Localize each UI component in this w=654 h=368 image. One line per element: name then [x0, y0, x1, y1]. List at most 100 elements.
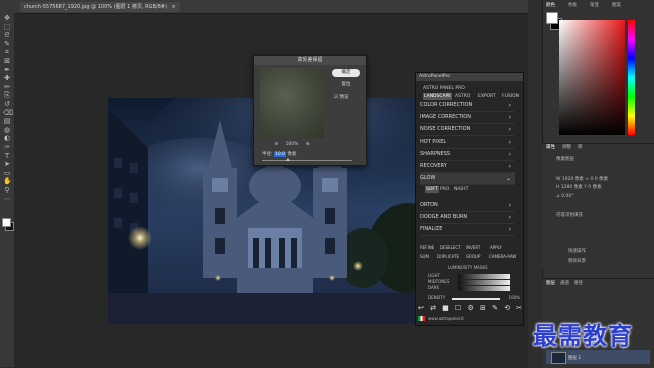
- stamp-icon[interactable]: ⎘: [3, 91, 11, 99]
- crop-icon[interactable]: ⌗: [3, 48, 11, 56]
- layers-tab-1[interactable]: 通道: [560, 280, 569, 288]
- history-brush-icon[interactable]: ↺: [3, 100, 11, 108]
- path-select-icon[interactable]: ➤: [3, 160, 11, 168]
- chevron-right-icon: ›: [508, 114, 511, 122]
- zoom-controls: ⊖ 100% ⊕: [264, 142, 320, 147]
- radius-slider-thumb[interactable]: [286, 158, 290, 161]
- type-icon[interactable]: T: [3, 152, 11, 160]
- layer-name: 图层 1: [568, 356, 582, 361]
- lum-bar-midtones[interactable]: [458, 280, 510, 285]
- move-icon[interactable]: ✥: [3, 14, 11, 22]
- healing-icon[interactable]: ✚: [3, 74, 11, 82]
- camera-raw-button[interactable]: CAMERA-RAW: [489, 253, 516, 260]
- zoom-icon[interactable]: ⚲: [3, 186, 11, 194]
- group-button[interactable]: GROUP: [466, 253, 480, 260]
- lum-bar-light[interactable]: [458, 274, 510, 279]
- menu-item-noise-correction[interactable]: NOISE CORRECTION ›: [420, 124, 515, 137]
- gradient-icon[interactable]: ▤: [3, 117, 11, 125]
- glow-option-pro[interactable]: PRO: [440, 186, 449, 193]
- blur-icon[interactable]: ◍: [3, 126, 11, 134]
- frame-icon[interactable]: ⊠: [3, 57, 11, 65]
- radius-label: 半径:: [262, 152, 273, 157]
- glow-option-night[interactable]: NIGHT: [454, 186, 468, 193]
- chevron-right-icon: ›: [508, 202, 511, 209]
- lasso-icon[interactable]: ᘓ: [3, 31, 11, 39]
- deselect-button[interactable]: DESELECT: [440, 244, 461, 251]
- color-tab-0[interactable]: 颜色: [546, 2, 555, 10]
- zoom-out-icon[interactable]: ⊖: [274, 142, 278, 147]
- rectangle-icon[interactable]: ▭: [3, 169, 11, 177]
- menu-item-recovery[interactable]: RECOVERY ›: [420, 161, 515, 173]
- astro-tab-fusion[interactable]: FUSION: [502, 93, 519, 100]
- astro-footer-icons[interactable]: ↩ ⇄ ■ ☐ ⚙ ⊞ ✎ ⟲ ✂: [418, 304, 524, 312]
- menu-item-glow[interactable]: GLOW ⌄: [420, 173, 515, 186]
- document-tab[interactable]: church-5575687_1920.jpg @ 100% (图层 1 拷贝,…: [20, 2, 180, 12]
- astro-tab-export[interactable]: EXPORT: [478, 93, 496, 100]
- astro-tab-landscape[interactable]: LANDSCAPE: [423, 93, 453, 100]
- props-line-2: ⊿ 0.00°: [556, 194, 574, 199]
- ok-button[interactable]: 确定: [332, 69, 360, 77]
- props-line-3[interactable]: 内容识别填充: [556, 212, 583, 218]
- color-picker-field[interactable]: [559, 20, 625, 135]
- props-tab-1[interactable]: 调整: [562, 144, 571, 152]
- density-value: 100%: [508, 295, 520, 300]
- menu-item-hot-pixel[interactable]: HOT PIXEL ›: [420, 137, 515, 149]
- sum-button[interactable]: SUM: [420, 253, 429, 260]
- duplicate-button[interactable]: DUPLICATE: [437, 253, 459, 260]
- marquee-icon[interactable]: ⬚: [3, 23, 11, 31]
- quick-select-icon[interactable]: ✎: [3, 40, 11, 48]
- chevron-right-icon: ›: [508, 126, 511, 134]
- more-icon[interactable]: ⋯: [3, 195, 11, 203]
- eyedropper-icon[interactable]: ✒: [3, 66, 11, 74]
- density-slider[interactable]: [452, 298, 500, 300]
- menu-item-label: SHARPNESS: [420, 150, 451, 157]
- menu-item-orton[interactable]: ORTON ›: [420, 200, 515, 212]
- chevron-down-icon: ⌄: [505, 175, 511, 183]
- fg-color-chip[interactable]: [546, 12, 558, 24]
- color-tab-2[interactable]: 渐变: [590, 2, 599, 10]
- hue-slider[interactable]: [628, 20, 635, 135]
- props-tab-2[interactable]: 库: [578, 144, 583, 152]
- layer-thumbnail[interactable]: [551, 352, 566, 364]
- lum-label-midtones: MIDTONES: [428, 279, 450, 284]
- glow-option-soft[interactable]: SOFT: [425, 186, 439, 193]
- lum-bar-dark[interactable]: [458, 286, 510, 291]
- radius-input[interactable]: 10.0: [273, 152, 286, 157]
- invert-button[interactable]: INVERT: [466, 244, 480, 251]
- radius-slider-track[interactable]: [262, 160, 352, 161]
- props-tab-0[interactable]: 属性: [546, 144, 555, 152]
- pen-icon[interactable]: ✑: [3, 143, 11, 151]
- apply-button[interactable]: APPLY: [490, 244, 502, 251]
- menu-item-label: GLOW: [420, 175, 436, 182]
- menu-item-label: FINALIZE: [420, 226, 443, 233]
- high-pass-dialog: 高反差保留 确定 复位 ☑ 预览 ⊖ 100% ⊕ 半径: 10.0 像素: [253, 55, 367, 166]
- chevron-right-icon: ›: [508, 163, 511, 170]
- hand-icon[interactable]: ✋: [3, 177, 12, 185]
- astro-tab-astro[interactable]: ASTRO: [455, 93, 470, 100]
- refine-button[interactable]: REFINE: [420, 244, 434, 251]
- dialog-title: 高反差保留: [254, 56, 366, 65]
- reset-button[interactable]: 复位: [332, 81, 360, 89]
- close-tab-icon[interactable]: ×: [172, 4, 176, 10]
- layers-tab-0[interactable]: 图层: [546, 280, 555, 288]
- dodge-icon[interactable]: ◐: [3, 134, 11, 142]
- menu-item-finalize[interactable]: FINALIZE ›: [420, 224, 515, 237]
- props-line-5[interactable]: 移除背景: [568, 258, 586, 264]
- radius-unit: 像素: [287, 152, 297, 157]
- zoom-in-icon[interactable]: ⊕: [306, 142, 310, 147]
- menu-item-dodge-and-burn[interactable]: DODGE AND BURN ›: [420, 212, 515, 225]
- menu-item-color-correction[interactable]: COLOR CORRECTION ›: [420, 100, 515, 112]
- eraser-icon[interactable]: ⌫: [3, 109, 13, 117]
- menu-item-image-correction[interactable]: IMAGE CORRECTION ›: [420, 112, 515, 125]
- brush-icon[interactable]: ✏: [3, 83, 11, 91]
- dialog-preview-image[interactable]: [260, 68, 324, 138]
- props-line-4[interactable]: 快速操作: [568, 248, 586, 254]
- menu-item-sharpness[interactable]: SHARPNESS ›: [420, 149, 515, 161]
- color-tab-3[interactable]: 图案: [612, 2, 621, 10]
- menu-item-label: IMAGE CORRECTION: [420, 114, 471, 121]
- astro-site-link[interactable]: www.astropanel.it: [428, 316, 464, 321]
- foreground-color-swatch[interactable]: [2, 218, 11, 227]
- preview-checkbox[interactable]: ☑ 预览: [334, 94, 348, 100]
- color-tab-1[interactable]: 色板: [568, 2, 577, 10]
- layers-tab-2[interactable]: 路径: [574, 280, 583, 288]
